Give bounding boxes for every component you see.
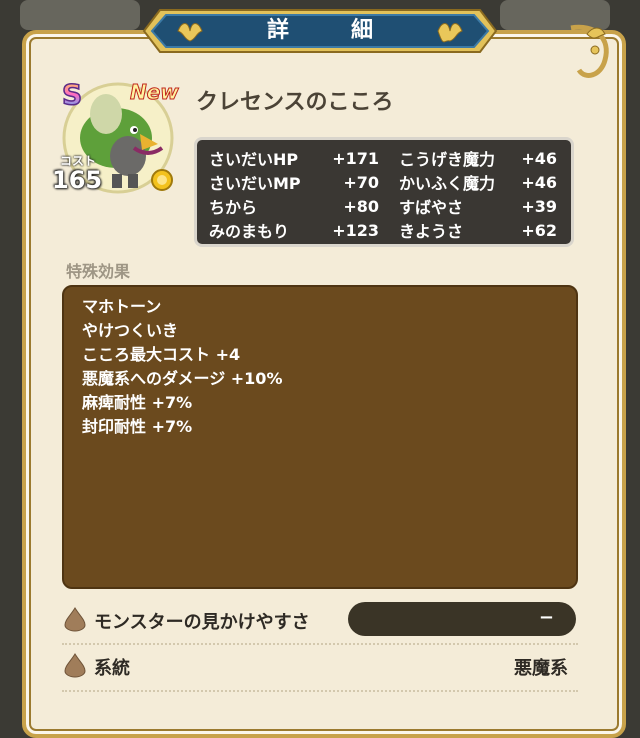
stat-row: みのまもり +123 きようさ +62 [209,218,559,242]
stat-name: こうげき魔力 [399,150,496,169]
cost-value: 165 [52,166,103,194]
family-row: 系統 悪魔系 [62,648,578,682]
stat-name: かいふく魔力 [399,174,496,193]
stat-value: +70 [343,172,379,192]
special-effects-list[interactable]: マホトーン やけつくいき こころ最大コスト +4 悪魔系へのダメージ +10% … [62,285,578,589]
stat-value: +123 [332,220,379,240]
list-item: こころ最大コスト +4 [82,345,241,364]
stat-value: +46 [521,172,557,192]
stats-table: さいだいHP +171 こうげき魔力 +46 さいだいMP +70 かいふく魔力… [194,137,574,247]
stat-name: すばやさ [399,198,464,217]
divider [62,690,578,692]
title-banner: 詳 細 [140,6,500,56]
special-effects-label: 特殊効果 [66,262,131,281]
list-item: 麻痺耐性 +7% [82,393,193,412]
family-value: 悪魔系 [514,658,568,679]
chestnut-drop-icon [64,653,86,678]
stat-value: +171 [332,148,379,168]
stat-name: みのまもり [209,222,290,241]
visibility-value: − [538,607,554,628]
stat-value: +80 [343,196,379,216]
chestnut-drop-icon [64,607,86,632]
stat-value: +62 [521,220,557,240]
divider [62,643,578,645]
stat-value: +39 [521,196,557,216]
stat-name: さいだいHP [209,150,299,169]
visibility-row: モンスターの見かけやすさ − [62,602,578,636]
background-card-left [20,0,140,30]
visibility-label: モンスターの見かけやすさ [94,612,310,633]
stat-row: さいだいHP +171 こうげき魔力 +46 [209,146,559,170]
list-item: 封印耐性 +7% [82,417,193,436]
corner-ornament-icon [570,24,609,78]
monster-name: クレセンスのこころ [196,90,394,115]
list-item: やけつくいき [82,321,179,340]
list-item: 悪魔系へのダメージ +10% [82,369,283,388]
gold-coin-icon [151,169,173,191]
stat-name: きようさ [399,222,464,241]
stat-row: ちから +80 すばやさ +39 [209,194,559,218]
stat-row: さいだいMP +70 かいふく魔力 +46 [209,170,559,194]
page-title: 詳 細 [266,18,393,43]
stat-value: +46 [521,148,557,168]
list-item: マホトーン [82,297,162,316]
stat-name: ちから [209,198,258,217]
family-label: 系統 [94,658,130,679]
visibility-value-pill: − [348,602,576,636]
stat-name: さいだいMP [209,174,301,193]
new-badge: New [130,80,180,105]
rank-badge: S [61,77,83,112]
